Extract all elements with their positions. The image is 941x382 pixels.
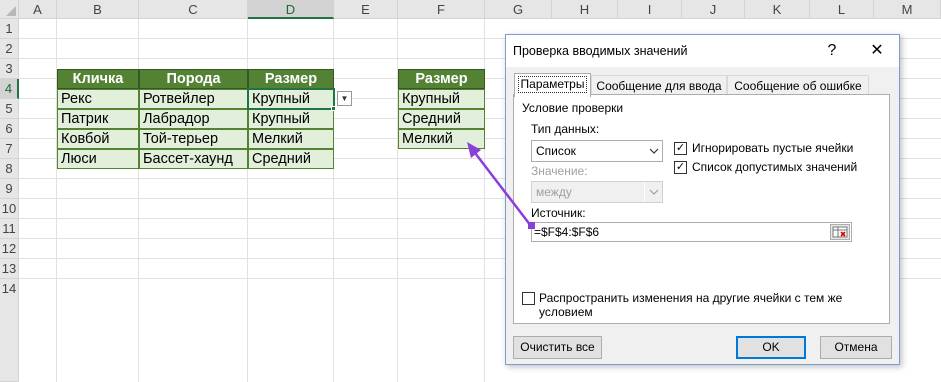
column-header-a[interactable]: A (19, 0, 57, 19)
row-header-12[interactable]: 12 (0, 239, 19, 259)
table1-cell[interactable]: Мелкий (248, 129, 334, 149)
column-header-e[interactable]: E (334, 0, 398, 19)
source-input[interactable]: =$F$4:$F$6 (531, 222, 852, 242)
column-header-m[interactable]: M (874, 0, 941, 19)
table1-header-breed[interactable]: Порода (139, 69, 248, 89)
chevron-down-icon[interactable] (644, 182, 662, 202)
table1-cell[interactable]: Крупный (248, 109, 334, 129)
in-cell-dropdown-checkbox[interactable]: ✓ (674, 161, 687, 174)
source-label: Источник: (531, 206, 586, 220)
table1-cell[interactable]: Той-терьер (139, 129, 248, 149)
column-header-k[interactable]: K (745, 0, 810, 19)
ignore-blank-label: Игнорировать пустые ячейки (692, 141, 854, 155)
validation-criteria-title: Условие проверки (522, 101, 624, 115)
row-header-3[interactable]: 3 (0, 59, 19, 79)
cancel-button[interactable]: Отмена (820, 336, 892, 359)
row-header-7[interactable]: 7 (0, 139, 19, 159)
table2-cell[interactable]: Средний (398, 109, 485, 129)
value-select[interactable]: между (531, 181, 663, 203)
table1-cell[interactable]: Рекс (57, 89, 139, 109)
data-type-label: Тип данных: (531, 122, 600, 136)
value-select-value: между (536, 185, 572, 199)
value-label: Значение: (531, 164, 588, 178)
row-header-2[interactable]: 2 (0, 39, 19, 59)
row-header-10[interactable]: 10 (0, 199, 19, 219)
column-header-l[interactable]: L (810, 0, 874, 19)
chevron-down-icon[interactable] (644, 141, 662, 161)
table1-header-size[interactable]: Размер (248, 69, 334, 89)
column-header-b[interactable]: B (57, 0, 139, 19)
apply-to-all-label-line1: Распространить изменения на другие ячейк… (539, 291, 843, 305)
fill-handle[interactable] (331, 106, 336, 111)
collapse-range-icon[interactable] (830, 224, 850, 240)
table1-cell[interactable]: Ротвейлер (139, 89, 248, 109)
table2-header-size[interactable]: Размер (398, 69, 485, 89)
ignore-blank-checkbox[interactable]: ✓ (674, 142, 687, 155)
table1-cell[interactable]: Бассет-хаунд (139, 149, 248, 169)
tab-settings[interactable]: Параметры (514, 73, 591, 97)
column-header-g[interactable]: G (485, 0, 552, 19)
table1-cell[interactable]: Патрик (57, 109, 139, 129)
apply-to-all-checkbox[interactable] (522, 292, 535, 305)
row-header-13[interactable]: 13 (0, 259, 19, 279)
settings-panel: Условие проверки Тип данных: Список ✓ Иг… (513, 94, 890, 324)
table1-header-name[interactable]: Кличка (57, 69, 139, 89)
select-all-corner[interactable] (0, 0, 19, 19)
table1-cell[interactable]: Лабрадор (139, 109, 248, 129)
in-cell-dropdown-label: Список допустимых значений (692, 160, 858, 174)
row-header-8[interactable]: 8 (0, 159, 19, 179)
help-icon[interactable]: ? (817, 35, 847, 67)
data-type-select[interactable]: Список (531, 140, 663, 162)
row-header-5[interactable]: 5 (0, 99, 19, 119)
table1-cell[interactable]: Средний (248, 149, 334, 169)
row-header-9[interactable]: 9 (0, 179, 19, 199)
close-icon[interactable]: ✕ (862, 35, 892, 67)
column-header-f[interactable]: F (398, 0, 485, 19)
active-cell-selection (247, 88, 335, 110)
source-value: =$F$4:$F$6 (534, 225, 600, 239)
row-header-14[interactable]: 14 (0, 279, 19, 382)
cell-dropdown-arrow[interactable]: ▼ (337, 91, 352, 106)
table2-cell[interactable]: Крупный (398, 89, 485, 109)
ok-button[interactable]: OK (736, 336, 806, 359)
column-header-j[interactable]: J (682, 0, 745, 19)
tab-settings-label: Параметры (517, 76, 588, 93)
row-header-1[interactable]: 1 (0, 19, 19, 39)
row-header-6[interactable]: 6 (0, 119, 19, 139)
row-header-4[interactable]: 4 (0, 79, 19, 99)
column-header-d[interactable]: D (248, 0, 334, 19)
row-header-11[interactable]: 11 (0, 219, 19, 239)
column-header-i[interactable]: I (618, 0, 682, 19)
clear-all-button[interactable]: Очистить все (513, 336, 602, 359)
apply-to-all-label-line2: условием (539, 305, 593, 319)
table1-cell[interactable]: Ковбой (57, 129, 139, 149)
data-type-value: Список (536, 144, 576, 158)
column-header-c[interactable]: C (139, 0, 248, 19)
data-validation-dialog: Проверка вводимых значений ? ✕ Параметры… (505, 34, 900, 365)
table1-cell[interactable]: Люси (57, 149, 139, 169)
table2-cell[interactable]: Мелкий (398, 129, 485, 149)
column-header-h[interactable]: H (552, 0, 618, 19)
